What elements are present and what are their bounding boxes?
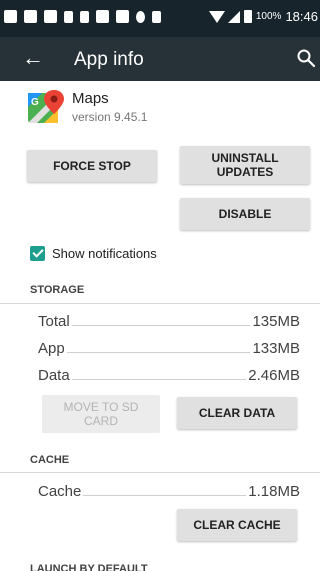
svg-text:G: G: [31, 97, 39, 108]
show-notifications-label: Show notifications: [52, 246, 157, 261]
storage-label: Total: [38, 313, 70, 330]
app-version: version 9.45.1: [72, 110, 148, 124]
battery-icon: [243, 10, 252, 23]
storage-row-data: Data 2.46MB: [38, 367, 300, 385]
usb-icon: [80, 10, 89, 23]
storage-value: 135MB: [252, 313, 300, 330]
dotted-leader: [66, 341, 251, 353]
system-status: 100% 18:46: [208, 9, 318, 24]
uninstall-updates-button[interactable]: UNINSTALL UPDATES: [180, 146, 310, 184]
clock: 18:46: [285, 9, 318, 24]
clear-data-button[interactable]: CLEAR DATA: [177, 397, 297, 429]
download-icon: [96, 10, 109, 23]
app-bar: ← App info: [0, 37, 320, 81]
back-arrow-icon[interactable]: ←: [22, 45, 44, 71]
search-icon[interactable]: [296, 48, 316, 68]
storage-label: Data: [38, 367, 70, 384]
launch-by-default-header: LAUNCH BY DEFAULT: [30, 563, 148, 571]
dotted-leader: [83, 484, 247, 496]
force-stop-button[interactable]: FORCE STOP: [27, 150, 157, 182]
signal-icon: [227, 10, 240, 23]
page-title: App info: [74, 49, 144, 70]
move-to-sd-card-button[interactable]: MOVE TO SD CARD: [42, 395, 160, 433]
cache-header: CACHE: [30, 454, 70, 466]
screenshot-icon: [116, 10, 129, 23]
cache-value: 1.18MB: [248, 483, 300, 500]
storage-row-app: App 133MB: [38, 340, 300, 358]
show-notifications-checkbox[interactable]: [30, 246, 45, 261]
location-icon: [136, 10, 145, 23]
notification-icons: [4, 10, 168, 23]
clear-cache-button[interactable]: CLEAR CACHE: [177, 509, 297, 541]
status-bar: 100% 18:46: [0, 0, 320, 37]
storage-header: STORAGE: [30, 284, 85, 296]
app-name: Maps: [72, 90, 109, 107]
mail-icon: [24, 10, 37, 23]
wifi-icon: [208, 10, 225, 23]
gallery-icon: [4, 10, 17, 23]
storage-row-total: Total 135MB: [38, 313, 300, 331]
show-notifications-row[interactable]: Show notifications: [30, 246, 157, 261]
cache-divider: [0, 472, 320, 473]
storage-label: App: [38, 340, 65, 357]
battery-percentage: 100%: [255, 11, 282, 22]
cache-label: Cache: [38, 483, 82, 500]
dotted-leader: [71, 314, 251, 326]
lock-icon: [64, 10, 73, 23]
dotted-leader: [71, 368, 247, 380]
disable-button[interactable]: DISABLE: [180, 198, 310, 230]
storage-value: 133MB: [252, 340, 300, 357]
bluetooth-icon: [152, 10, 161, 23]
maps-app-icon: G: [28, 90, 64, 123]
storage-value: 2.46MB: [248, 367, 300, 384]
cache-row: Cache 1.18MB: [38, 483, 300, 501]
storage-divider: [0, 303, 320, 304]
missed-call-icon: [44, 10, 57, 23]
